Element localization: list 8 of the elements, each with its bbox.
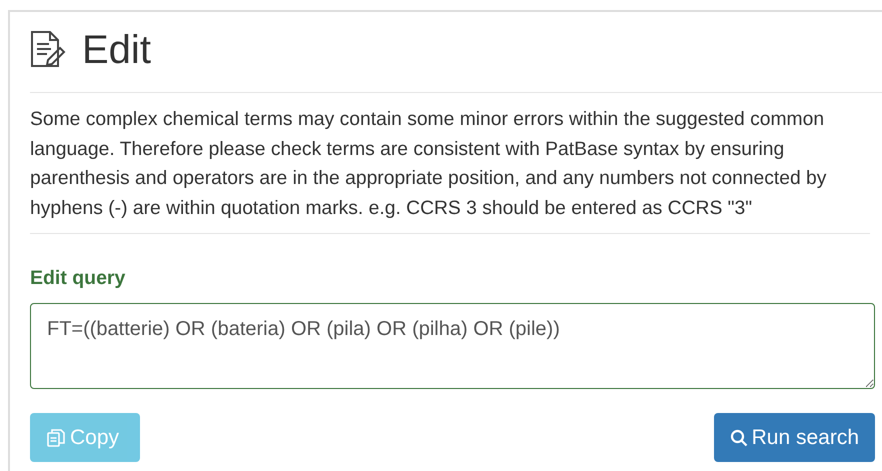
query-field[interactable]: FT=((batterie) OR (bateria) OR (pila) OR (pilha) OR (pile)) bbox=[30, 303, 875, 390]
field-label: Edit query bbox=[30, 266, 126, 291]
search-icon bbox=[730, 428, 748, 447]
panel-title: Edit bbox=[82, 30, 151, 70]
document-edit-icon bbox=[30, 30, 66, 70]
copy-icon bbox=[46, 428, 66, 448]
notice-text: Some complex chemical terms may contain some minor errors within the suggested common language. Therefore please check terms are consistent with PatBase syntax by ensuring parenthesis and operators are in the appropriate position, and any numbers not connected by hyphens (-) are within quotation marks. e.g. CCRS 3 should be entered as CCRS "3" bbox=[30, 93, 870, 234]
run-search-button[interactable]: Run search bbox=[714, 413, 875, 462]
